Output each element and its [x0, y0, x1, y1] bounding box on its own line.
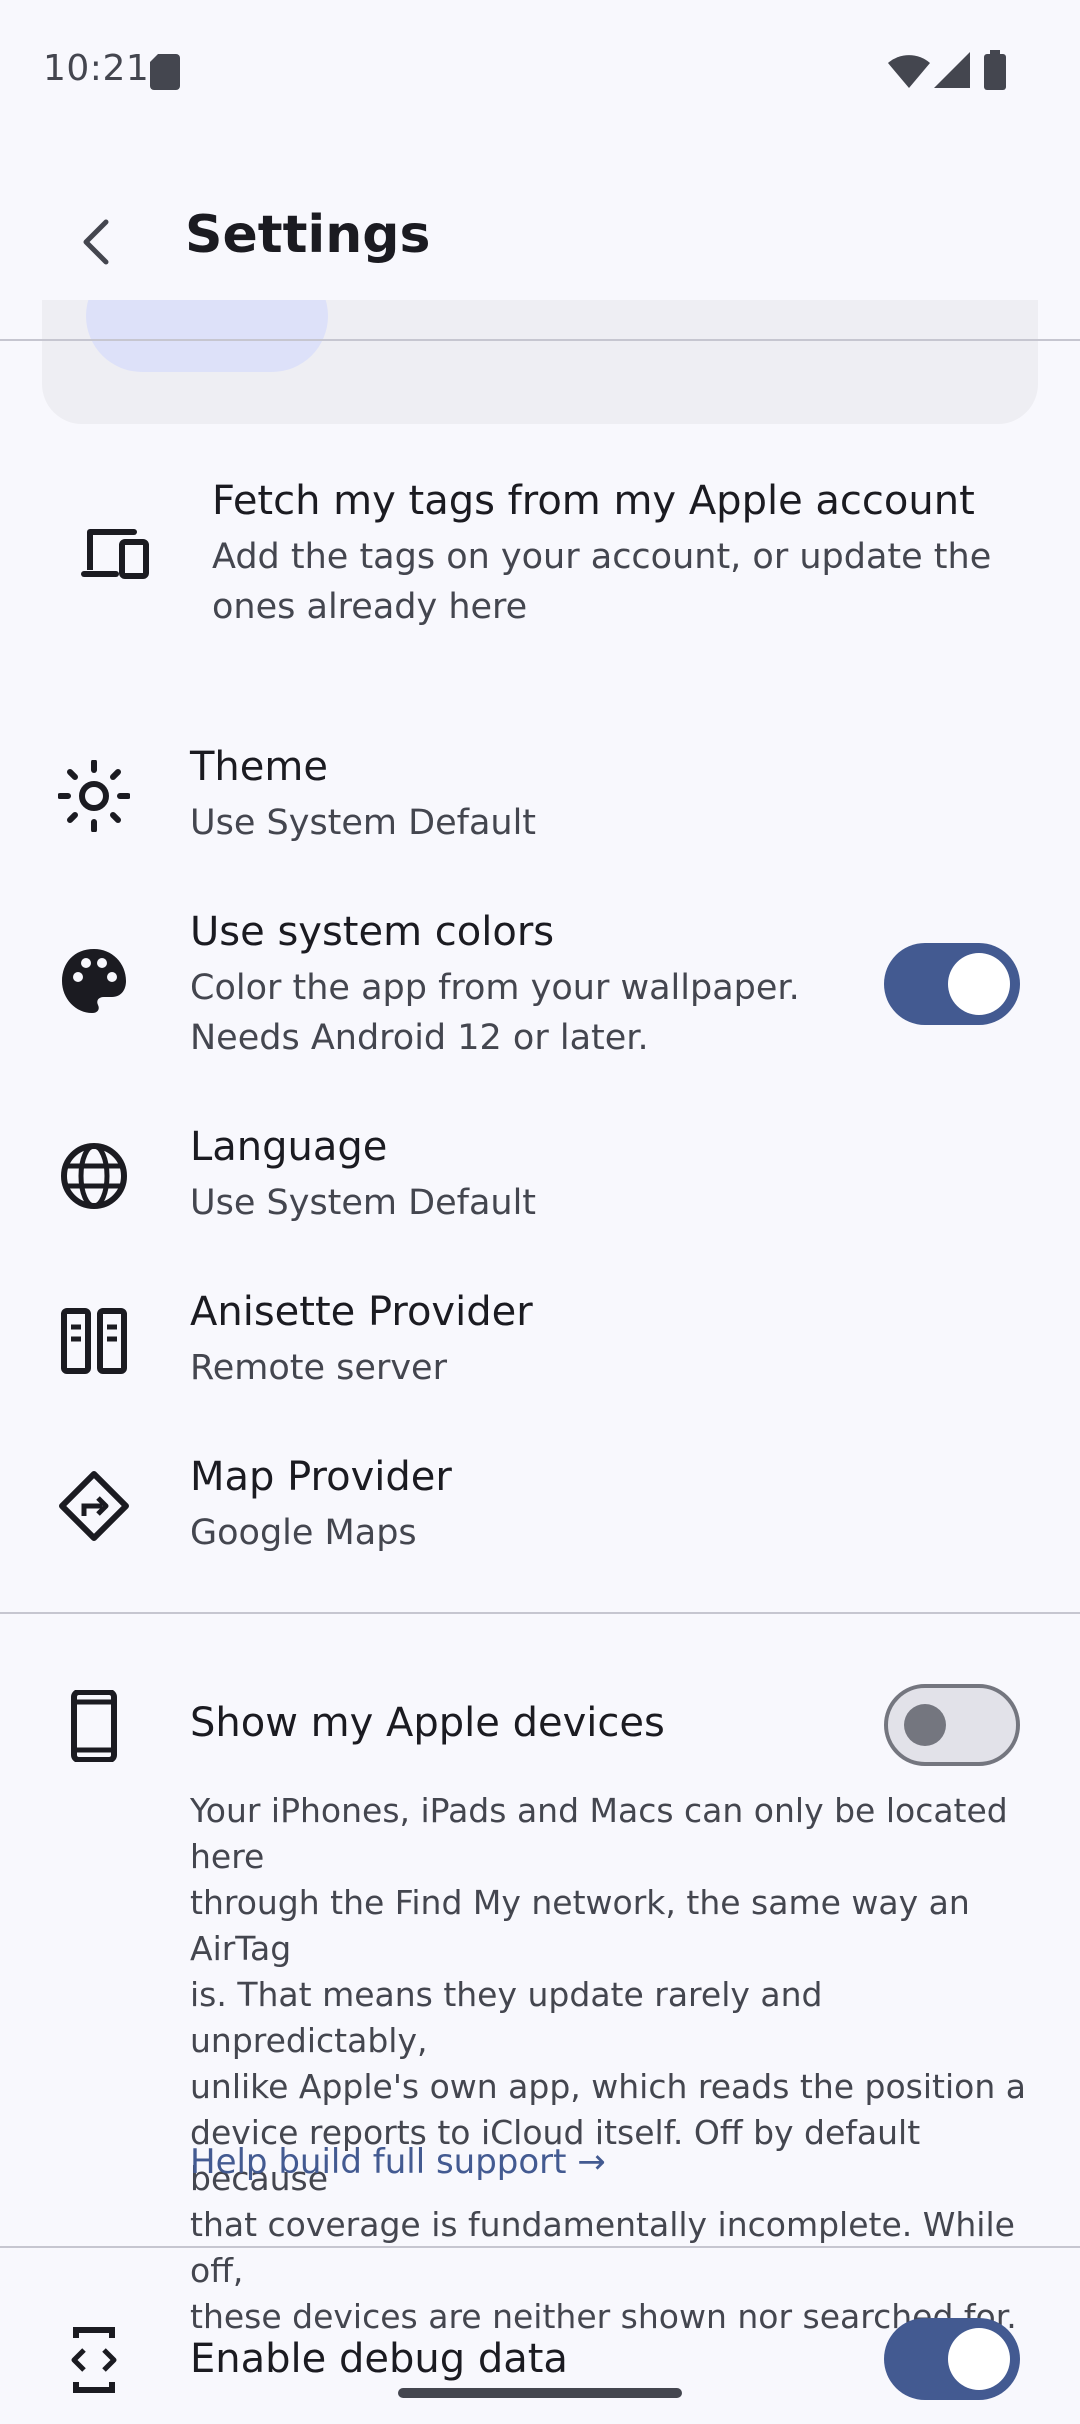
anisette-title: Anisette Provider: [190, 1289, 533, 1335]
description-line: Your iPhones, iPads and Macs can only be…: [190, 1791, 1008, 1876]
setting-language[interactable]: Language Use System Default: [0, 1110, 1080, 1250]
setting-system-colors[interactable]: Use system colors Color the app from you…: [0, 895, 1080, 1075]
system-colors-toggle[interactable]: [884, 943, 1020, 1025]
phone-icon: [58, 1690, 130, 1762]
toggle-knob: [948, 953, 1010, 1015]
system-colors-subtitle-line2: Needs Android 12 or later.: [190, 1018, 649, 1058]
account-card-button[interactable]: [86, 300, 328, 372]
system-colors-title: Use system colors: [190, 909, 555, 955]
account-card: [42, 300, 1038, 424]
battery-icon: [984, 50, 1006, 90]
setting-apple-devices[interactable]: Show my Apple devices: [0, 1680, 1080, 1770]
description-line: is. That means they update rarely and un…: [190, 1975, 823, 2060]
gesture-nav-bar[interactable]: [398, 2388, 682, 2398]
setting-anisette[interactable]: Anisette Provider Remote server: [0, 1275, 1080, 1415]
wifi-icon: [888, 52, 930, 88]
chevron-left-icon: [83, 219, 109, 265]
back-button[interactable]: [66, 210, 130, 274]
map-provider-title: Map Provider: [190, 1454, 452, 1500]
setting-map-provider[interactable]: Map Provider Google Maps: [0, 1440, 1080, 1580]
description-line: that coverage is fundamentally incomplet…: [190, 2205, 1015, 2290]
theme-title: Theme: [190, 744, 328, 790]
language-subtitle: Use System Default: [190, 1183, 537, 1223]
apple-devices-description: Your iPhones, iPads and Macs can only be…: [190, 1788, 1050, 2340]
debug-data-toggle[interactable]: [884, 2318, 1020, 2400]
help-build-support-link[interactable]: Help build full support →: [190, 2142, 606, 2182]
fetch-tags-row[interactable]: Fetch my tags from my Apple account Add …: [0, 460, 1080, 640]
header-divider-overlay: [0, 339, 1080, 341]
page-title: Settings: [185, 205, 431, 265]
fetch-tags-subtitle-line1: Add the tags on your account, or update …: [212, 537, 992, 577]
apple-devices-toggle[interactable]: [884, 1684, 1020, 1766]
anisette-subtitle: Remote server: [190, 1348, 447, 1388]
description-line: unlike Apple's own app, which reads the …: [190, 2067, 1026, 2106]
sd-card-icon: [150, 54, 180, 90]
theme-subtitle: Use System Default: [190, 803, 537, 843]
description-line: through the Find My network, the same wa…: [190, 1883, 970, 1968]
fetch-tags-subtitle-line2: ones already here: [212, 587, 528, 627]
map-provider-subtitle: Google Maps: [190, 1513, 417, 1553]
debug-data-title: Enable debug data: [190, 2336, 568, 2382]
system-colors-subtitle-line1: Color the app from your wallpaper.: [190, 968, 800, 1008]
brightness-icon: [58, 760, 130, 832]
devices-icon: [80, 518, 152, 590]
toggle-knob: [904, 1704, 946, 1746]
section-divider-2: [0, 2246, 1080, 2248]
section-divider: [0, 1612, 1080, 1614]
status-time: 10:21: [43, 48, 150, 89]
fetch-tags-title: Fetch my tags from my Apple account: [212, 478, 975, 524]
developer-mode-icon: [58, 2324, 130, 2396]
palette-icon: [58, 945, 130, 1017]
server-icon: [58, 1305, 130, 1377]
directions-icon: [58, 1470, 130, 1542]
globe-icon: [58, 1140, 130, 1212]
apple-devices-title: Show my Apple devices: [190, 1700, 665, 1746]
signal-icon: [934, 52, 970, 88]
language-title: Language: [190, 1124, 388, 1170]
toggle-knob: [948, 2328, 1010, 2390]
setting-theme[interactable]: Theme Use System Default: [0, 730, 1080, 870]
